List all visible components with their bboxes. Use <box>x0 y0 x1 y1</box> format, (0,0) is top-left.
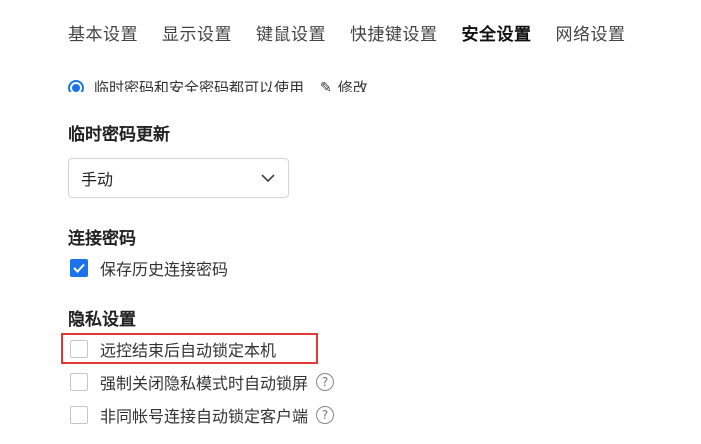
tab-basic[interactable]: 基本设置 <box>68 20 138 45</box>
password-mode-label: 临时密码和安全密码都可以使用 <box>94 79 305 92</box>
tab-network[interactable]: 网络设置 <box>556 20 626 45</box>
auto-lock-on-privacy-close-label: 强制关闭隐私模式时自动锁屏 <box>100 374 309 393</box>
save-history-password-label: 保存历史连接密码 <box>100 260 229 279</box>
tab-security[interactable]: 安全设置 <box>462 20 532 45</box>
security-settings-panel: 临时密码和安全密码都可以使用 ✎ 修改 临时密码更新 手动 连接密码 保存历史连… <box>0 64 701 444</box>
radio-selected-dot <box>72 83 80 92</box>
temp-password-update-value: 手动 <box>81 170 114 189</box>
tab-keyboard-mouse[interactable]: 键鼠设置 <box>256 20 326 45</box>
auto-lock-other-account-label: 非同帐号连接自动锁定客户端 <box>100 407 309 426</box>
password-mode-row: 临时密码和安全密码都可以使用 ✎ 修改 <box>68 64 368 92</box>
edit-password-link[interactable]: ✎ 修改 <box>320 77 368 92</box>
checkmark-icon <box>73 263 85 273</box>
help-icon[interactable]: ? <box>316 406 335 424</box>
connection-password-title: 连接密码 <box>68 229 136 249</box>
save-history-password-checkbox[interactable] <box>70 259 88 277</box>
auto-lock-on-privacy-close-row: 强制关闭隐私模式时自动锁屏 ? <box>70 370 335 394</box>
help-icon[interactable]: ? <box>316 373 335 391</box>
password-mode-radio[interactable] <box>68 79 84 92</box>
auto-lock-other-account-row: 非同帐号连接自动锁定客户端 ? <box>70 403 335 427</box>
auto-lock-other-account-checkbox[interactable] <box>70 406 88 424</box>
chevron-down-icon <box>260 170 276 186</box>
auto-lock-on-privacy-close-checkbox[interactable] <box>70 373 88 391</box>
save-history-password-row: 保存历史连接密码 <box>70 256 228 280</box>
edit-icon: ✎ <box>320 79 332 93</box>
edit-password-label: 修改 <box>337 79 368 92</box>
tab-shortcuts[interactable]: 快捷键设置 <box>350 20 438 45</box>
temp-password-update-select[interactable]: 手动 <box>68 158 289 198</box>
tab-display[interactable]: 显示设置 <box>162 20 232 45</box>
highlight-box <box>61 333 318 364</box>
privacy-settings-title: 隐私设置 <box>68 310 136 330</box>
settings-tabs: 基本设置 显示设置 键鼠设置 快捷键设置 安全设置 网络设置 <box>68 0 650 64</box>
temp-password-update-title: 临时密码更新 <box>68 125 170 145</box>
